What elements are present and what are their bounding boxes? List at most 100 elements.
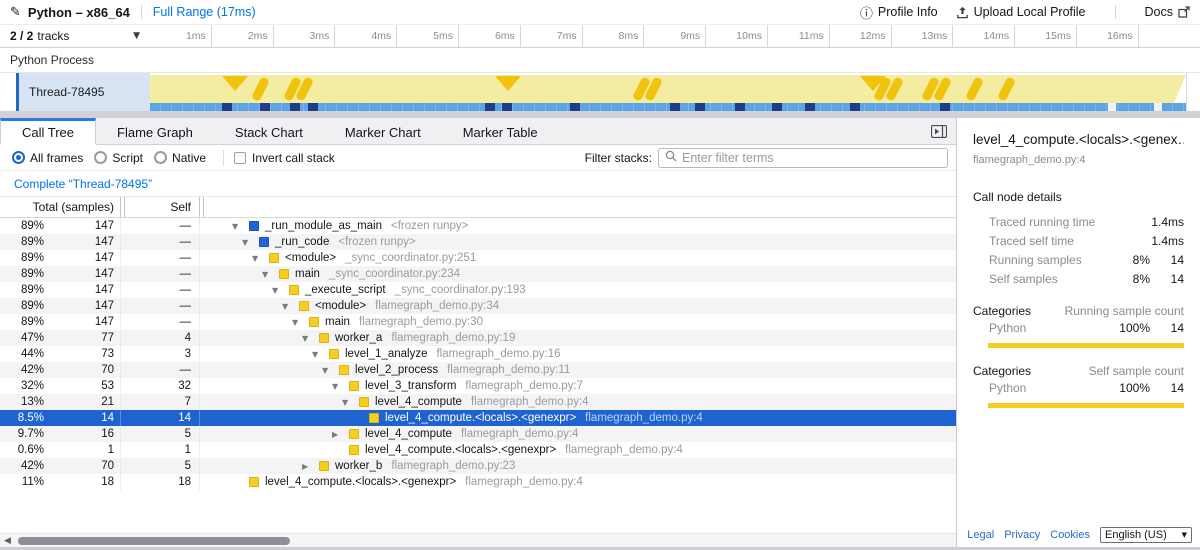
table-row[interactable]: 47%774▼worker_aflamegraph_demo.py:19 (0, 330, 956, 346)
edit-pencil-icon[interactable]: ✎ (10, 5, 21, 20)
table-row[interactable]: 89%147—▼_run_code<frozen runpy> (0, 234, 956, 250)
function-name: level_2_process (355, 364, 438, 376)
expand-arrow-icon[interactable]: ▼ (312, 350, 329, 359)
tab-flame-graph[interactable]: Flame Graph (96, 118, 214, 144)
radio-native[interactable]: Native (154, 151, 206, 165)
table-row[interactable]: 32%5332▼level_3_transformflamegraph_demo… (0, 378, 956, 394)
total-samples-cell: 21 (50, 396, 120, 408)
horizontal-scrollbar[interactable]: ◀ (0, 533, 956, 547)
thread-track-label[interactable]: Thread-78495 (19, 73, 150, 111)
table-row[interactable]: 89%147—▼mainflamegraph_demo.py:30 (0, 314, 956, 330)
expand-arrow-icon[interactable]: ▼ (262, 270, 279, 279)
divider (141, 5, 142, 19)
invert-call-stack-checkbox[interactable]: Invert call stack (234, 151, 335, 165)
category-count: 14 (1150, 381, 1184, 395)
footer-link-cookies[interactable]: Cookies (1050, 529, 1090, 541)
tab-stack-chart[interactable]: Stack Chart (214, 118, 324, 144)
docs-link[interactable]: Docs (1145, 5, 1190, 19)
self-samples-cell: — (125, 236, 199, 248)
self-samples-cell: 32 (125, 380, 199, 392)
profile-info-button[interactable]: ⓘ Profile Info (860, 3, 938, 22)
table-row[interactable]: 89%147—▼_execute_script_sync_coordinator… (0, 282, 956, 298)
table-row[interactable]: 11%1818level_4_compute.<locals>.<genexpr… (0, 474, 956, 490)
expand-arrow-icon[interactable]: ▼ (232, 222, 249, 231)
column-header-total[interactable]: Total (samples) (0, 200, 120, 214)
total-samples-cell: 147 (50, 220, 120, 232)
scrollbar-thumb[interactable] (18, 537, 290, 545)
filter-stacks-input[interactable] (682, 151, 941, 165)
radio-label: Script (112, 151, 143, 165)
track-right-gutter (1186, 73, 1200, 111)
footer-link-privacy[interactable]: Privacy (1004, 529, 1040, 541)
table-row[interactable]: 89%147—▼main_sync_coordinator.py:234 (0, 266, 956, 282)
breadcrumb-root-link[interactable]: Complete “Thread-78495” (14, 177, 152, 191)
thread-track[interactable]: Thread-78495 (0, 73, 1200, 111)
self-samples-cell: — (125, 268, 199, 280)
footer-link-legal[interactable]: Legal (967, 529, 994, 541)
table-row[interactable]: 0.6%11level_4_compute.<locals>.<genexpr>… (0, 442, 956, 458)
table-row[interactable]: 8.5%1414level_4_compute.<locals>.<genexp… (0, 410, 956, 426)
search-icon (665, 150, 677, 165)
expand-arrow-icon[interactable]: ▼ (282, 302, 299, 311)
table-row[interactable]: 44%733▼level_1_analyzeflamegraph_demo.py… (0, 346, 956, 362)
total-percent-cell: 9.7% (0, 428, 50, 440)
expand-arrow-icon[interactable]: ▼ (332, 382, 349, 391)
full-range-link[interactable]: Full Range (17ms) (153, 5, 256, 19)
expand-arrow-icon[interactable]: ▼ (272, 286, 289, 295)
selected-node-title: level_4_compute.<locals>.<genex… (973, 132, 1184, 147)
expand-arrow-icon[interactable]: ▼ (342, 398, 359, 407)
footer-close-link[interactable]: X (956, 529, 957, 541)
ruler-tick: 7ms (521, 25, 583, 47)
table-row[interactable]: 9.7%165▶level_4_computeflamegraph_demo.p… (0, 426, 956, 442)
source-location: flamegraph_demo.py:4 (461, 428, 579, 440)
checkbox-icon (234, 152, 246, 164)
expand-arrow-icon[interactable]: ▼ (252, 254, 269, 263)
expand-arrow-icon[interactable]: ▼ (242, 238, 259, 247)
sample-dark-segment (735, 103, 745, 111)
source-location: <frozen runpy> (391, 220, 468, 232)
radio-all-frames[interactable]: All frames (12, 151, 83, 165)
expand-arrow-icon[interactable]: ▼ (302, 334, 319, 343)
radio-script[interactable]: Script (94, 151, 143, 165)
column-resizer[interactable] (199, 197, 204, 217)
collapsed-arrow-icon[interactable]: ▶ (332, 430, 349, 439)
categories-title: Categories (973, 304, 1065, 318)
ruler-tick: 3ms (274, 25, 336, 47)
sidebar-footer: X Legal Privacy Cookies English (US) ▼ (956, 526, 1192, 544)
column-header-self[interactable]: Self (125, 200, 199, 214)
function-name: worker_b (335, 460, 382, 472)
category-percent: 100% (1110, 381, 1150, 395)
tab-marker-chart[interactable]: Marker Chart (324, 118, 442, 144)
scroll-left-icon[interactable]: ◀ (4, 536, 11, 546)
upload-profile-button[interactable]: Upload Local Profile (956, 5, 1086, 19)
sample-dark-segment (502, 103, 512, 111)
category-color-icon (259, 237, 269, 247)
expand-arrow-icon[interactable]: ▼ (292, 318, 309, 327)
call-node-details-heading: Call node details (973, 190, 1184, 204)
thread-activity-graph[interactable] (150, 73, 1200, 111)
category-color-icon (349, 381, 359, 391)
tab-call-tree[interactable]: Call Tree (0, 118, 96, 145)
function-name: <module> (285, 252, 336, 264)
self-samples-cell: 4 (125, 332, 199, 344)
call-tree-body: 89%147—▼_run_module_as_main<frozen runpy… (0, 218, 956, 490)
table-row[interactable]: 42%70—▼level_2_processflamegraph_demo.py… (0, 362, 956, 378)
source-location: flamegraph_demo.py:30 (359, 316, 483, 328)
total-percent-cell: 42% (0, 364, 50, 376)
language-select[interactable]: English (US) ▼ (1100, 527, 1192, 543)
table-row[interactable]: 13%217▼level_4_computeflamegraph_demo.py… (0, 394, 956, 410)
expand-arrow-icon[interactable]: ▼ (322, 366, 339, 375)
sidebar-toggle-button[interactable] (931, 125, 947, 138)
category-color-icon (339, 365, 349, 375)
table-row[interactable]: 89%147—▼<module>_sync_coordinator.py:251 (0, 250, 956, 266)
process-track-header[interactable]: Python Process (0, 48, 1200, 73)
tracks-dropdown[interactable]: 2 / 2 tracks ▼ (0, 25, 150, 47)
table-row[interactable]: 89%147—▼_run_module_as_main<frozen runpy… (0, 218, 956, 234)
table-row[interactable]: 89%147—▼<module>flamegraph_demo.py:34 (0, 298, 956, 314)
source-location: _sync_coordinator.py:193 (395, 284, 526, 296)
table-row[interactable]: 42%705▶worker_bflamegraph_demo.py:23 (0, 458, 956, 474)
sidebar: level_4_compute.<locals>.<genex… flamegr… (956, 118, 1200, 547)
tab-marker-table[interactable]: Marker Table (442, 118, 559, 144)
collapsed-arrow-icon[interactable]: ▶ (302, 462, 319, 471)
call-tree-pane: Call TreeFlame GraphStack ChartMarker Ch… (0, 118, 956, 547)
